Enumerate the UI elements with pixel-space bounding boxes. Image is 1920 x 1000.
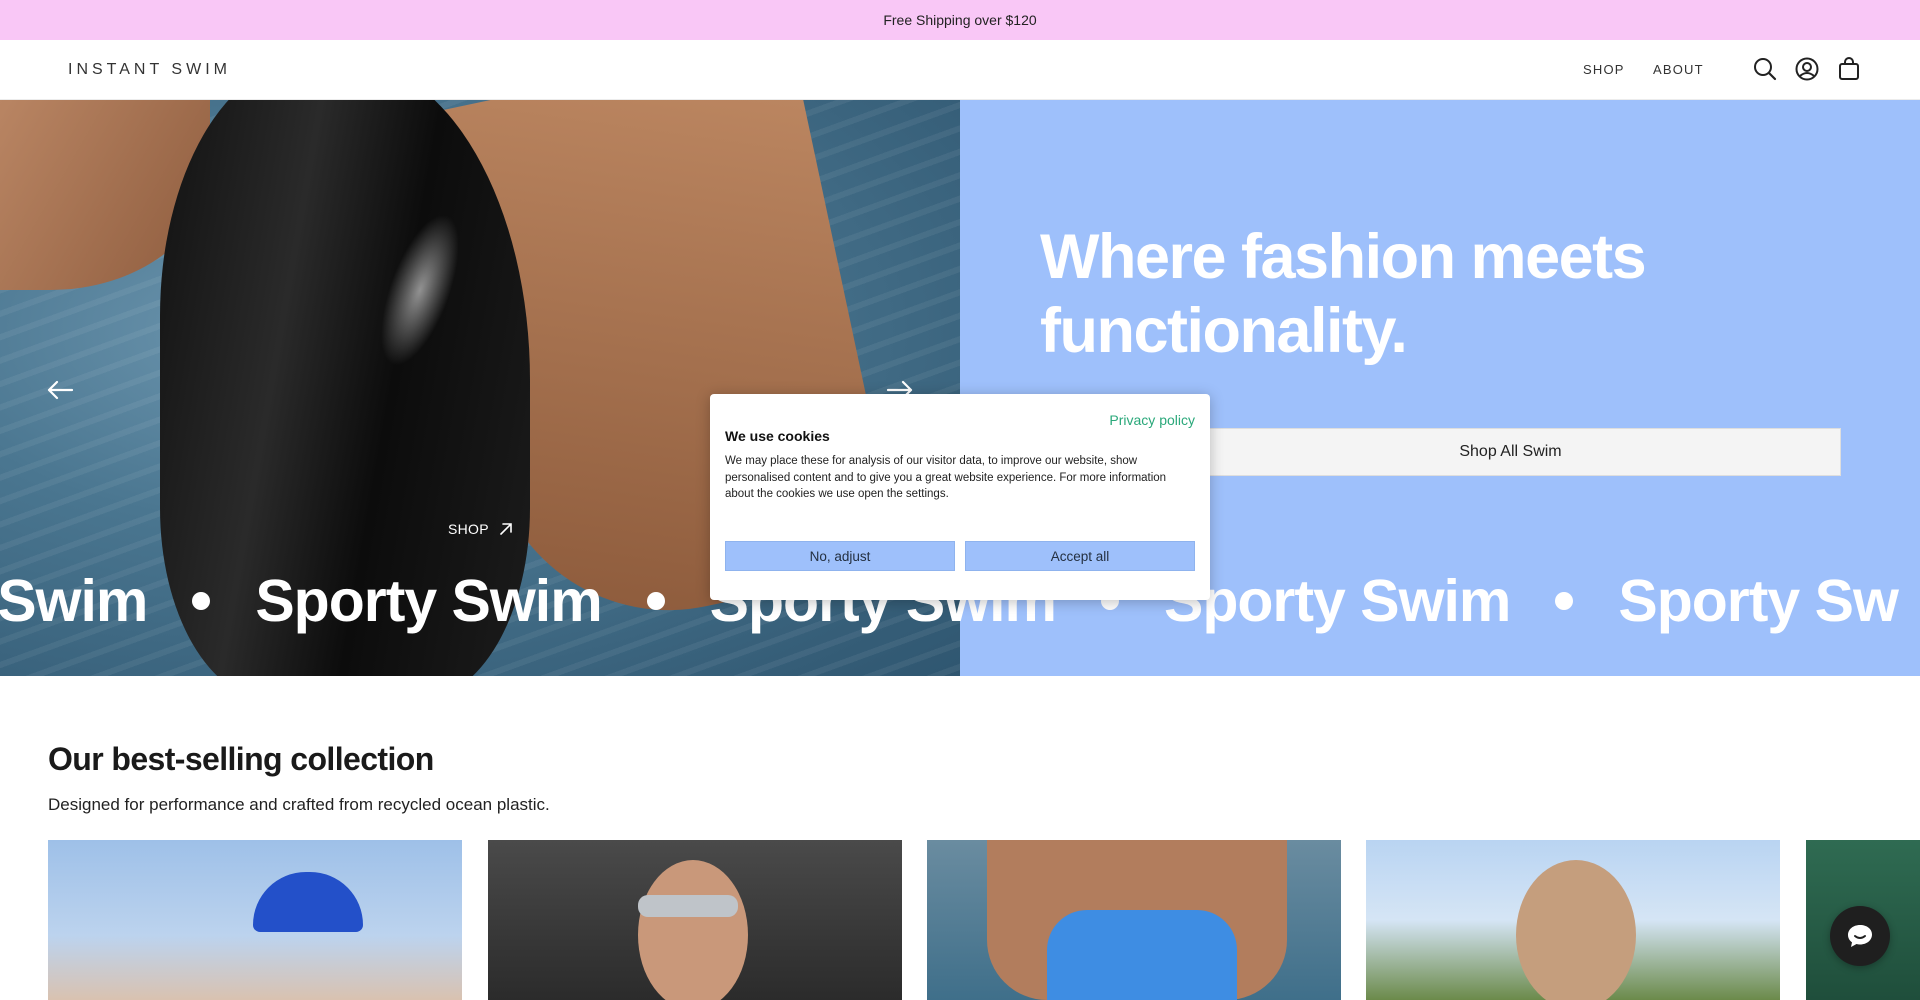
arrow-up-right-icon bbox=[500, 523, 512, 535]
store-logo[interactable]: INSTANT SWIM bbox=[68, 61, 231, 79]
nav-about[interactable]: ABOUT bbox=[1653, 62, 1704, 77]
hero-title: Where fashion meets functionality. bbox=[1040, 222, 1647, 366]
marquee-item: Sporty Sw bbox=[1618, 568, 1898, 634]
chat-button[interactable] bbox=[1830, 906, 1890, 966]
nav-shop[interactable]: SHOP bbox=[1583, 62, 1625, 77]
product-card[interactable] bbox=[927, 840, 1341, 1000]
collection-title: Our best-selling collection bbox=[48, 741, 434, 777]
cookie-dialog: Privacy policy We use cookies We may pla… bbox=[710, 394, 1210, 600]
marquee-item: Sporty Swim bbox=[255, 568, 602, 634]
announcement-bar: Free Shipping over $120 bbox=[0, 0, 1920, 40]
marquee-item: Sporty Swim bbox=[1164, 568, 1511, 634]
cookie-title: We use cookies bbox=[725, 428, 830, 444]
hero-shop-label: SHOP bbox=[448, 521, 489, 537]
shop-all-swim-button[interactable]: Shop All Swim bbox=[1180, 428, 1841, 476]
marquee-dot bbox=[646, 592, 665, 610]
account-icon[interactable] bbox=[1794, 56, 1820, 82]
marquee-dot bbox=[1555, 592, 1574, 610]
site-header: INSTANT SWIM SHOP ABOUT bbox=[0, 40, 1920, 100]
slider-prev-button[interactable] bbox=[40, 370, 80, 410]
cookie-body: We may place these for analysis of our v… bbox=[725, 455, 1167, 500]
chat-icon bbox=[1848, 925, 1872, 947]
marquee-dot bbox=[192, 592, 211, 610]
announcement-text: Free Shipping over $120 bbox=[883, 12, 1037, 28]
product-card[interactable] bbox=[1366, 840, 1780, 1000]
collection-subtitle: Designed for performance and crafted fro… bbox=[48, 795, 550, 814]
privacy-policy-link[interactable]: Privacy policy bbox=[1109, 412, 1195, 428]
product-card[interactable] bbox=[488, 840, 902, 1000]
product-card[interactable] bbox=[48, 840, 462, 1000]
no-adjust-button[interactable]: No, adjust bbox=[725, 541, 955, 571]
marquee-item: y Swim bbox=[0, 568, 148, 634]
search-icon[interactable] bbox=[1752, 56, 1778, 82]
cart-icon[interactable] bbox=[1836, 56, 1862, 82]
accept-all-button[interactable]: Accept all bbox=[965, 541, 1195, 571]
arrow-left-icon bbox=[47, 380, 74, 400]
hero-shop-link[interactable]: SHOP bbox=[448, 521, 513, 537]
